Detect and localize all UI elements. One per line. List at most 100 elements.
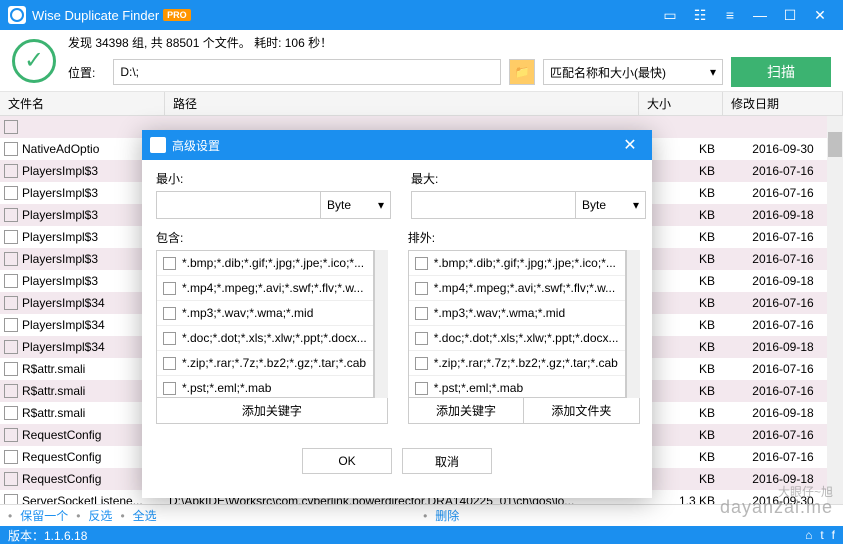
pattern-item[interactable]: *.pst;*.eml;*.mab [409, 376, 625, 398]
row-checkbox[interactable] [4, 252, 18, 266]
pattern-checkbox[interactable] [163, 307, 176, 320]
pattern-checkbox[interactable] [415, 257, 428, 270]
header-date[interactable]: 修改日期 [723, 92, 843, 115]
max-size-label: 最大: [411, 170, 646, 187]
close-icon[interactable]: ✕ [805, 0, 835, 30]
pattern-text: *.mp3;*.wav;*.wma;*.mid [182, 306, 313, 320]
row-checkbox[interactable] [4, 120, 18, 134]
row-checkbox[interactable] [4, 142, 18, 156]
pattern-item[interactable]: *.mp4;*.mpeg;*.avi;*.swf;*.flv;*.w... [157, 276, 373, 301]
pattern-item[interactable]: *.doc;*.dot;*.xls;*.xlw;*.ppt;*.docx... [409, 326, 625, 351]
browse-folder-button[interactable]: 📁 [509, 59, 535, 85]
dialog-close-button[interactable]: ✕ [616, 130, 644, 160]
file-date: 2016-09-30 [723, 494, 843, 504]
dialog-titlebar[interactable]: 高级设置 ✕ [142, 130, 652, 160]
pattern-item[interactable]: *.zip;*.rar;*.7z;*.bz2;*.gz;*.tar;*.cab [409, 351, 625, 376]
row-checkbox[interactable] [4, 384, 18, 398]
row-checkbox[interactable] [4, 296, 18, 310]
pattern-item[interactable]: *.doc;*.dot;*.xls;*.xlw;*.ppt;*.docx... [157, 326, 373, 351]
pattern-checkbox[interactable] [163, 257, 176, 270]
row-checkbox[interactable] [4, 164, 18, 178]
vertical-scrollbar[interactable] [827, 116, 843, 504]
header-path[interactable]: 路径 [165, 92, 639, 115]
language-icon[interactable]: ☷ [685, 0, 715, 30]
row-checkbox[interactable] [4, 208, 18, 222]
row-checkbox[interactable] [4, 450, 18, 464]
row-checkbox[interactable] [4, 362, 18, 376]
pattern-checkbox[interactable] [163, 332, 176, 345]
max-size-input[interactable] [412, 192, 575, 218]
pattern-checkbox[interactable] [415, 357, 428, 370]
file-date: 2016-09-30 [723, 142, 843, 156]
pattern-checkbox[interactable] [415, 382, 428, 395]
pattern-checkbox[interactable] [415, 282, 428, 295]
file-date: 2016-07-16 [723, 362, 843, 376]
pattern-item[interactable]: *.pst;*.eml;*.mab [157, 376, 373, 398]
pattern-item[interactable]: *.bmp;*.dib;*.gif;*.jpg;*.jpe;*.ico;*... [157, 251, 373, 276]
pattern-item[interactable]: *.mp3;*.wav;*.wma;*.mid [409, 301, 625, 326]
advanced-settings-dialog: 高级设置 ✕ 最小: Byte▾ 最大: Byte▾ 包含: [142, 130, 652, 498]
max-unit-select[interactable]: Byte▾ [575, 192, 645, 218]
pattern-checkbox[interactable] [415, 307, 428, 320]
pattern-text: *.pst;*.eml;*.mab [434, 381, 523, 395]
pattern-checkbox[interactable] [415, 332, 428, 345]
location-input[interactable] [113, 59, 501, 85]
row-checkbox[interactable] [4, 274, 18, 288]
minimize-icon[interactable]: — [745, 0, 775, 30]
pattern-item[interactable]: *.mp4;*.mpeg;*.avi;*.swf;*.flv;*.w... [409, 276, 625, 301]
row-checkbox[interactable] [4, 494, 18, 504]
app-logo-icon [8, 6, 26, 24]
twitter-icon[interactable]: t [820, 528, 823, 542]
pattern-text: *.zip;*.rar;*.7z;*.bz2;*.gz;*.tar;*.cab [434, 356, 618, 370]
file-date: 2016-07-16 [723, 230, 843, 244]
include-scrollbar[interactable] [374, 250, 388, 398]
row-checkbox[interactable] [4, 318, 18, 332]
facebook-icon[interactable]: f [832, 528, 835, 542]
header-name[interactable]: 文件名 [0, 92, 165, 115]
row-checkbox[interactable] [4, 230, 18, 244]
cancel-button[interactable]: 取消 [402, 448, 492, 474]
row-checkbox[interactable] [4, 406, 18, 420]
status-ok-icon: ✓ [12, 39, 56, 83]
feedback-icon[interactable]: ▭ [655, 0, 685, 30]
pattern-text: *.doc;*.dot;*.xls;*.xlw;*.ppt;*.docx... [182, 331, 367, 345]
min-size-input[interactable] [157, 192, 320, 218]
min-unit-select[interactable]: Byte▾ [320, 192, 390, 218]
keep-one-link[interactable]: 保留一个 [20, 507, 68, 524]
exclude-scrollbar[interactable] [626, 250, 640, 398]
pattern-item[interactable]: *.zip;*.rar;*.7z;*.bz2;*.gz;*.tar;*.cab [157, 351, 373, 376]
menu-icon[interactable]: ≡ [715, 0, 745, 30]
file-date: 2016-09-18 [723, 472, 843, 486]
exclude-list: *.bmp;*.dib;*.gif;*.jpg;*.jpe;*.ico;*...… [408, 250, 626, 398]
scan-button[interactable]: 扫描 [731, 57, 831, 87]
home-icon[interactable]: ⌂ [805, 528, 812, 542]
pattern-checkbox[interactable] [163, 282, 176, 295]
stats-text: 发现 34398 组, 共 88501 个文件。 耗时: 106 秒！ [68, 34, 831, 51]
scrollbar-thumb[interactable] [828, 132, 842, 157]
match-mode-value: 匹配名称和大小(最快) [550, 64, 666, 81]
select-all-link[interactable]: 全选 [133, 507, 157, 524]
match-mode-select[interactable]: 匹配名称和大小(最快) ▾ [543, 59, 723, 85]
row-checkbox[interactable] [4, 340, 18, 354]
invert-link[interactable]: 反选 [88, 507, 112, 524]
include-label: 包含: [156, 229, 388, 246]
maximize-icon[interactable]: ☐ [775, 0, 805, 30]
row-checkbox[interactable] [4, 472, 18, 486]
file-date: 2016-09-18 [723, 274, 843, 288]
row-checkbox[interactable] [4, 186, 18, 200]
delete-link[interactable]: 删除 [435, 507, 459, 524]
chevron-down-icon: ▾ [633, 198, 639, 212]
min-size-label: 最小: [156, 170, 391, 187]
pattern-checkbox[interactable] [163, 382, 176, 395]
dialog-icon [150, 137, 166, 153]
pattern-item[interactable]: *.bmp;*.dib;*.gif;*.jpg;*.jpe;*.ico;*... [409, 251, 625, 276]
exclude-add-folder-button[interactable]: 添加文件夹 [523, 398, 638, 423]
row-checkbox[interactable] [4, 428, 18, 442]
chevron-down-icon: ▾ [378, 198, 384, 212]
header-size[interactable]: 大小 [639, 92, 723, 115]
pattern-checkbox[interactable] [163, 357, 176, 370]
exclude-add-keyword-button[interactable]: 添加关键字 [409, 398, 523, 423]
pattern-item[interactable]: *.mp3;*.wav;*.wma;*.mid [157, 301, 373, 326]
include-add-keyword-button[interactable]: 添加关键字 [157, 398, 387, 423]
ok-button[interactable]: OK [302, 448, 392, 474]
